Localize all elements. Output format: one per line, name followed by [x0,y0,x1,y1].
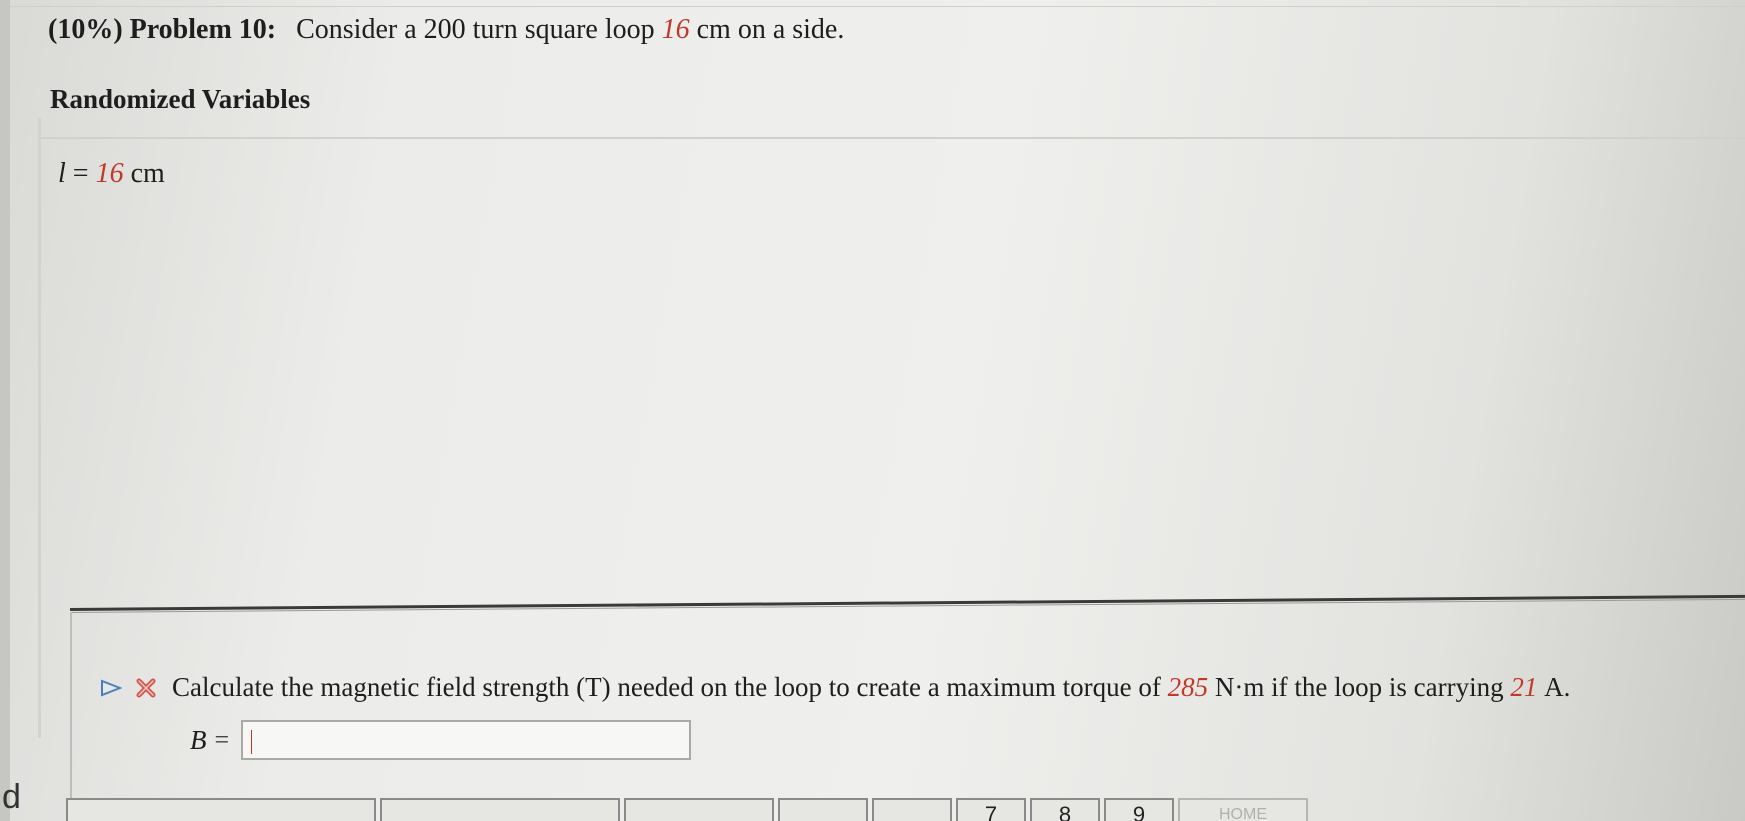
top-border [10,6,1745,7]
keypad-key-blank-4[interactable] [778,798,868,821]
question-panel-left-edge [70,612,72,821]
keypad-key-blank-1[interactable] [66,798,376,821]
problem-text-start: Consider a 200 turn square loop [296,14,655,45]
keypad-key-9[interactable]: 9 [1104,798,1174,821]
play-arrow-icon[interactable] [100,679,122,697]
question-text-middle: N·m if the loop is carrying [1214,672,1504,702]
keypad-key-blank-3[interactable] [624,798,774,821]
keypad-key-7[interactable]: 7 [956,798,1026,821]
variable-value: 16 [95,158,124,189]
side-text-fragment: d [2,778,21,816]
question-text-end: A. [1544,672,1571,702]
keypad-key-home[interactable]: HOME [1178,798,1308,821]
problem-number: (10%) Problem 10: [48,14,277,45]
keypad-key-blank-5[interactable] [872,798,952,821]
variable-unit: cm [130,158,165,189]
incorrect-x-icon [136,678,156,697]
question-text-start: Calculate the magnetic field strength (T… [172,672,1161,702]
answer-label: B [190,724,207,755]
answer-equals: = [214,725,230,754]
randomized-variable-l: l = 16 cm [58,158,165,190]
keypad-key-blank-2[interactable] [380,798,620,821]
variable-symbol: l [58,158,66,189]
problem-text-end: cm on a side. [696,14,845,45]
problem-title: (10%) Problem 10: Consider a 200 turn squ… [48,14,844,46]
torque-value: 285 [1167,672,1209,702]
answer-row: B = [190,720,692,760]
section-divider [40,137,1745,139]
randomized-variables-heading: Randomized Variables [50,84,311,114]
current-value: 21 [1510,672,1538,702]
content-left-border [38,118,41,738]
problem-side-value: 16 [661,14,690,45]
question-panel-top-rule [70,594,1745,611]
left-frame-edge [0,0,10,821]
answer-input[interactable] [241,720,692,760]
calculator-keypad: 7 8 9 HOME [66,798,1366,821]
variable-equals: = [72,158,89,189]
text-caret [251,730,253,754]
keypad-key-8[interactable]: 8 [1030,798,1100,821]
question-row: Calculate the magnetic field strength (T… [100,672,1570,703]
